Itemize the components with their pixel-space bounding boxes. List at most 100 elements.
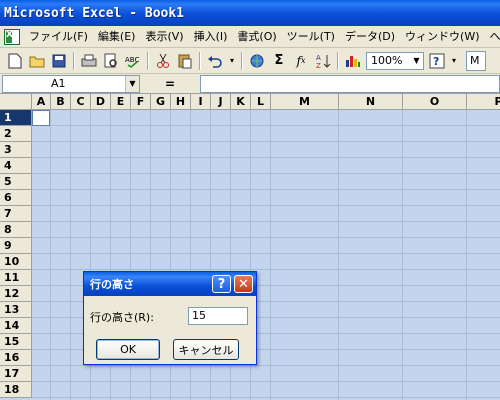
autosum-icon[interactable]: Σ — [269, 51, 289, 71]
svg-text:?: ? — [433, 55, 439, 68]
chevron-down-icon[interactable]: ▼ — [410, 53, 423, 69]
print-icon[interactable] — [79, 51, 99, 71]
menu-format[interactable]: 書式(O) — [232, 27, 281, 47]
select-all-corner[interactable] — [0, 94, 32, 110]
menu-view[interactable]: 表示(V) — [140, 27, 188, 47]
undo-icon[interactable] — [205, 51, 225, 71]
row-header-18[interactable]: 18 — [0, 382, 32, 398]
grid-hline — [32, 397, 500, 398]
chevron-down-icon[interactable]: ▼ — [125, 75, 139, 92]
save-icon[interactable] — [49, 51, 69, 71]
hyperlink-icon[interactable] — [247, 51, 267, 71]
column-header-n[interactable]: N — [339, 94, 403, 110]
row-header-3[interactable]: 3 — [0, 142, 32, 158]
menu-data[interactable]: データ(D) — [340, 27, 400, 47]
column-header-b[interactable]: B — [51, 94, 71, 110]
row-header-7[interactable]: 7 — [0, 206, 32, 222]
column-header-e[interactable]: E — [111, 94, 131, 110]
cut-icon[interactable] — [153, 51, 173, 71]
menu-file[interactable]: ファイル(F) — [24, 27, 93, 47]
row-header-10[interactable]: 10 — [0, 254, 32, 270]
menu-tools[interactable]: ツール(T) — [282, 27, 340, 47]
new-icon[interactable] — [5, 51, 25, 71]
grid-hline — [32, 381, 500, 382]
grid-hline — [32, 189, 500, 190]
row-header-15[interactable]: 15 — [0, 334, 32, 350]
print-preview-icon[interactable] — [101, 51, 121, 71]
grid-hline — [32, 205, 500, 206]
grid-vline — [270, 110, 271, 400]
paste-icon[interactable] — [175, 51, 195, 71]
font-name-field[interactable]: M — [466, 50, 486, 71]
row-header-17[interactable]: 17 — [0, 366, 32, 382]
row-header-13[interactable]: 13 — [0, 302, 32, 318]
open-icon[interactable] — [27, 51, 47, 71]
column-header-i[interactable]: I — [191, 94, 211, 110]
grid-hline — [32, 157, 500, 158]
column-header-p[interactable]: P — [467, 94, 500, 110]
zoom-value: 100% — [371, 54, 403, 67]
toolbar-separator — [73, 51, 75, 70]
zoom-select[interactable]: 100% ▼ — [366, 51, 424, 70]
column-header-l[interactable]: L — [251, 94, 271, 110]
cancel-button[interactable]: キャンセル — [173, 339, 239, 360]
column-header-m[interactable]: M — [271, 94, 339, 110]
chart-icon[interactable] — [343, 51, 363, 71]
row-header-1[interactable]: 1 — [0, 110, 32, 126]
row-header-2[interactable]: 2 — [0, 126, 32, 142]
grid-vline — [402, 110, 403, 400]
column-header-a[interactable]: A — [32, 94, 51, 110]
menu-insert[interactable]: 挿入(I) — [189, 27, 233, 47]
ok-button[interactable]: OK — [96, 339, 160, 360]
row-header-5[interactable]: 5 — [0, 174, 32, 190]
dialog-close-button[interactable]: ✕ — [234, 275, 253, 293]
column-header-h[interactable]: H — [171, 94, 191, 110]
column-header-d[interactable]: D — [91, 94, 111, 110]
window-title: Microsoft Excel - Book1 — [4, 5, 185, 21]
grid-vline — [70, 110, 71, 400]
menu-edit[interactable]: 編集(E) — [93, 27, 141, 47]
column-header-g[interactable]: G — [151, 94, 171, 110]
formula-bar: A1 ▼ = — [0, 74, 500, 94]
undo-dropdown-icon[interactable]: ▾ — [227, 51, 237, 71]
row-headers: 1 2 3 4 5 6 7 8 9 10 11 12 13 14 15 16 17 18 — [0, 110, 32, 398]
help-dropdown-icon[interactable]: ▾ — [449, 51, 459, 71]
column-header-c[interactable]: C — [71, 94, 91, 110]
row-header-9[interactable]: 9 — [0, 238, 32, 254]
grid-vline — [338, 110, 339, 400]
formula-input[interactable] — [200, 74, 500, 93]
function-icon[interactable]: fx — [291, 51, 311, 71]
sort-icon[interactable]: AZ — [313, 51, 333, 71]
workbook-icon[interactable] — [4, 28, 20, 45]
active-cell[interactable] — [32, 110, 50, 126]
name-box[interactable]: A1 ▼ — [2, 74, 140, 93]
column-header-k[interactable]: K — [231, 94, 251, 110]
grid-hline — [32, 221, 500, 222]
title-bar[interactable]: Microsoft Excel - Book1 — [0, 0, 500, 26]
menu-window[interactable]: ウィンドウ(W) — [400, 27, 484, 47]
row-header-8[interactable]: 8 — [0, 222, 32, 238]
dialog-help-button[interactable]: ? — [212, 275, 231, 293]
toolbar-separator — [241, 51, 243, 70]
grid-hline — [32, 269, 500, 270]
menu-help[interactable]: ヘルプ(H) — [485, 27, 500, 47]
dialog-title-bar[interactable]: 行の高さ ? ✕ — [84, 272, 256, 296]
toolbar-separator — [199, 51, 201, 70]
column-header-j[interactable]: J — [211, 94, 231, 110]
name-box-value: A1 — [51, 76, 66, 90]
row-header-14[interactable]: 14 — [0, 318, 32, 334]
svg-text:A: A — [316, 54, 321, 62]
row-height-input[interactable]: 15 — [188, 307, 248, 325]
row-header-11[interactable]: 11 — [0, 270, 32, 286]
column-header-f[interactable]: F — [131, 94, 151, 110]
menu-bar: ファイル(F) 編集(E) 表示(V) 挿入(I) 書式(O) ツール(T) デ… — [0, 26, 500, 48]
spelling-icon[interactable]: ABC — [123, 51, 143, 71]
help-icon[interactable]: ? — [427, 51, 447, 71]
row-header-16[interactable]: 16 — [0, 350, 32, 366]
formula-equals-icon[interactable]: = — [140, 77, 200, 91]
row-header-6[interactable]: 6 — [0, 190, 32, 206]
column-header-o[interactable]: O — [403, 94, 467, 110]
row-height-dialog: 行の高さ ? ✕ 行の高さ(R): 15 OK キャンセル — [83, 271, 257, 365]
row-header-4[interactable]: 4 — [0, 158, 32, 174]
row-header-12[interactable]: 12 — [0, 286, 32, 302]
